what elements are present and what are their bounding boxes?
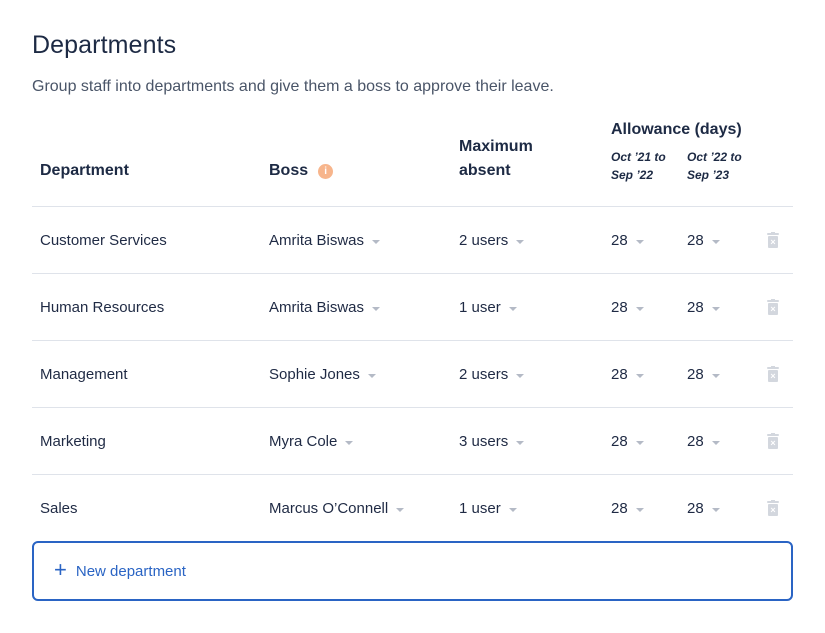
chevron-down-icon — [396, 507, 405, 512]
trash-icon[interactable]: × — [767, 500, 779, 516]
chevron-down-icon — [508, 507, 517, 512]
allowance-period-1-select[interactable]: 28 — [611, 299, 644, 316]
max-absent-select[interactable]: 3 users — [459, 433, 525, 450]
allowance-period-1-select[interactable]: 28 — [611, 500, 644, 517]
header-period-2: Oct ’22 to Sep ’23 — [687, 150, 742, 182]
table-row: Customer Services Amrita Biswas 2 users … — [32, 206, 793, 273]
allowance-value: 28 — [611, 299, 628, 316]
boss-select[interactable]: Sophie Jones — [269, 366, 376, 383]
chevron-down-icon — [372, 306, 381, 311]
chevron-down-icon — [711, 239, 720, 244]
chevron-down-icon — [372, 239, 381, 244]
max-absent-select[interactable]: 1 user — [459, 500, 517, 517]
chevron-down-icon — [711, 306, 720, 311]
table-row: Sales Marcus O’Connell 1 user 28 28 × — [32, 474, 793, 541]
allowance-period-2-select[interactable]: 28 — [687, 500, 720, 517]
info-icon[interactable]: i — [318, 163, 334, 179]
chevron-down-icon — [345, 440, 354, 445]
header-department: Department — [40, 162, 129, 179]
allowance-period-2-select[interactable]: 28 — [687, 433, 720, 450]
chevron-down-icon — [711, 507, 720, 512]
chevron-down-icon — [635, 306, 644, 311]
chevron-down-icon — [516, 440, 525, 445]
boss-select[interactable]: Amrita Biswas — [269, 232, 381, 249]
chevron-down-icon — [516, 373, 525, 378]
chevron-down-icon — [635, 507, 644, 512]
max-absent-value: 2 users — [459, 366, 509, 383]
allowance-period-1-select[interactable]: 28 — [611, 366, 644, 383]
new-department-button[interactable]: + New department — [32, 541, 793, 601]
boss-select[interactable]: Marcus O’Connell — [269, 500, 405, 517]
allowance-value: 28 — [687, 433, 704, 450]
table-row: Human Resources Amrita Biswas 1 user 28 … — [32, 273, 793, 340]
header-allowance: Allowance (days) — [611, 121, 742, 138]
header-boss: Boss i — [269, 159, 334, 183]
allowance-value: 28 — [611, 433, 628, 450]
allowance-period-1-select[interactable]: 28 — [611, 232, 644, 249]
chevron-down-icon — [711, 373, 720, 378]
trash-icon[interactable]: × — [767, 433, 779, 449]
allowance-value: 28 — [687, 232, 704, 249]
allowance-value: 28 — [611, 366, 628, 383]
allowance-value: 28 — [687, 366, 704, 383]
max-absent-value: 1 user — [459, 500, 501, 517]
trash-icon[interactable]: × — [767, 299, 779, 315]
allowance-period-2-select[interactable]: 28 — [687, 366, 720, 383]
max-absent-select[interactable]: 1 user — [459, 299, 517, 316]
trash-icon[interactable]: × — [767, 366, 779, 382]
department-name[interactable]: Marketing — [40, 408, 106, 475]
max-absent-value: 2 users — [459, 232, 509, 249]
boss-value: Marcus O’Connell — [269, 500, 389, 517]
page-title: Departments — [32, 31, 177, 59]
allowance-value: 28 — [611, 500, 628, 517]
table-row: Management Sophie Jones 2 users 28 28 × — [32, 340, 793, 407]
max-absent-select[interactable]: 2 users — [459, 366, 525, 383]
allowance-period-2-select[interactable]: 28 — [687, 299, 720, 316]
boss-select[interactable]: Amrita Biswas — [269, 299, 381, 316]
boss-select[interactable]: Myra Cole — [269, 433, 354, 450]
department-name[interactable]: Management — [40, 341, 128, 408]
boss-value: Sophie Jones — [269, 366, 360, 383]
allowance-period-2-select[interactable]: 28 — [687, 232, 720, 249]
department-name[interactable]: Sales — [40, 475, 78, 542]
header-max-absent: Maximum absent — [459, 138, 533, 179]
boss-value: Amrita Biswas — [269, 232, 365, 249]
chevron-down-icon — [711, 440, 720, 445]
max-absent-select[interactable]: 2 users — [459, 232, 525, 249]
plus-icon: + — [54, 557, 67, 582]
chevron-down-icon — [635, 373, 644, 378]
boss-value: Amrita Biswas — [269, 299, 365, 316]
chevron-down-icon — [635, 239, 644, 244]
department-name[interactable]: Customer Services — [40, 207, 167, 274]
chevron-down-icon — [516, 239, 525, 244]
allowance-value: 28 — [687, 299, 704, 316]
max-absent-value: 1 user — [459, 299, 501, 316]
chevron-down-icon — [635, 440, 644, 445]
page-subtitle: Group staff into departments and give th… — [32, 78, 554, 95]
table-row: Marketing Myra Cole 3 users 28 28 × — [32, 407, 793, 474]
header-boss-label: Boss — [269, 162, 309, 179]
allowance-period-1-select[interactable]: 28 — [611, 433, 644, 450]
chevron-down-icon — [508, 306, 517, 311]
header-period-1: Oct ’21 to Sep ’22 — [611, 150, 666, 182]
max-absent-value: 3 users — [459, 433, 509, 450]
chevron-down-icon — [367, 373, 376, 378]
department-name[interactable]: Human Resources — [40, 274, 164, 341]
allowance-value: 28 — [687, 500, 704, 517]
boss-value: Myra Cole — [269, 433, 338, 450]
allowance-value: 28 — [611, 232, 628, 249]
new-department-label: New department — [75, 562, 186, 580]
trash-icon[interactable]: × — [767, 232, 779, 248]
